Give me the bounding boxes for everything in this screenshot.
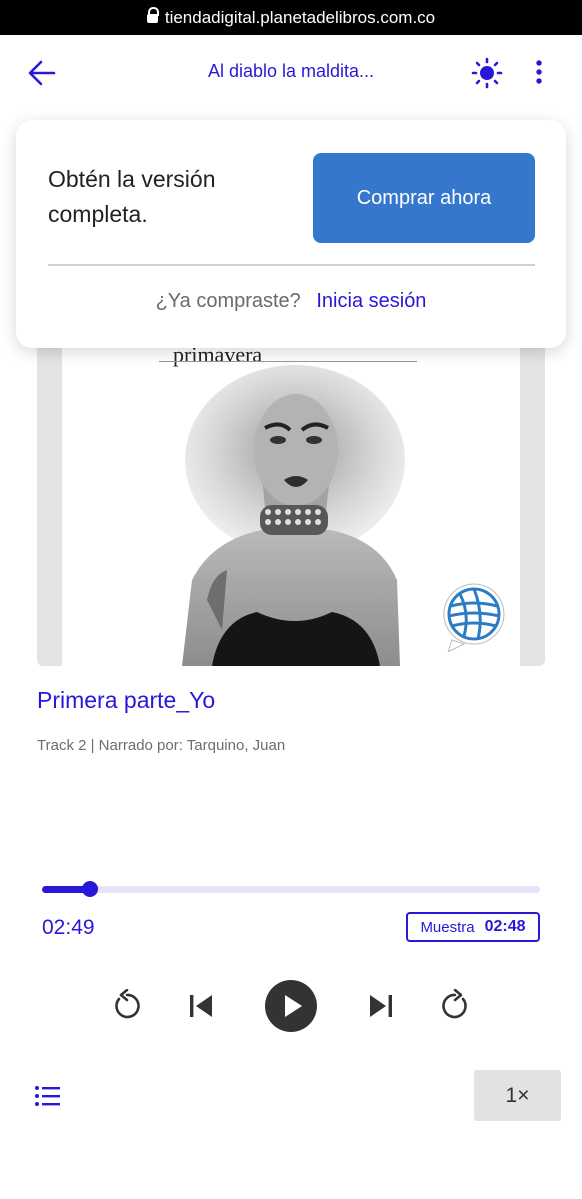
play-icon: [285, 995, 302, 1017]
popup-divider: [48, 264, 535, 266]
skip-next-icon[interactable]: [366, 991, 396, 1021]
rewind-icon[interactable]: [110, 989, 144, 1023]
purchase-popup: Obtén la versión completa. Comprar ahora…: [16, 120, 566, 348]
skip-previous-icon[interactable]: [186, 991, 216, 1021]
sample-label: Muestra: [420, 918, 475, 936]
progress-handle[interactable]: [82, 881, 99, 897]
login-prompt: ¿Ya compraste? Inicia sesión: [16, 290, 566, 313]
forward-icon[interactable]: [438, 989, 472, 1023]
login-link[interactable]: Inicia sesión: [316, 290, 426, 312]
globe-logo-icon: [443, 583, 505, 652]
more-vertical-icon[interactable]: [528, 57, 550, 89]
book-cover: primavera: [62, 300, 520, 666]
play-button[interactable]: [265, 980, 317, 1032]
track-meta: Track 2 | Narrado por: Tarquino, Juan: [37, 737, 286, 754]
cover-frame: primavera: [37, 300, 545, 666]
playlist-icon[interactable]: [34, 1082, 62, 1110]
promo-text: Obtén la versión completa.: [48, 166, 216, 227]
browser-url-bar[interactable]: tiendadigital.planetadelibros.com.co: [0, 0, 582, 35]
sample-badge: Muestra 02:48: [406, 912, 540, 942]
progress-slider[interactable]: [42, 881, 540, 897]
top-app-bar: Al diablo la maldita...: [0, 35, 582, 111]
playback-speed-button[interactable]: 1×: [474, 1070, 561, 1121]
already-bought-text: ¿Ya compraste?: [155, 290, 301, 312]
track-title: Primera parte_Yo: [37, 687, 216, 713]
sample-duration: 02:48: [484, 918, 526, 935]
url-text: tiendadigital.planetadelibros.com.co: [164, 7, 436, 27]
elapsed-time: 02:49: [42, 916, 95, 939]
progress-track: [42, 886, 540, 893]
sun-icon[interactable]: [471, 57, 503, 89]
buy-now-button[interactable]: Comprar ahora: [313, 153, 535, 243]
lock-icon: [146, 6, 159, 26]
